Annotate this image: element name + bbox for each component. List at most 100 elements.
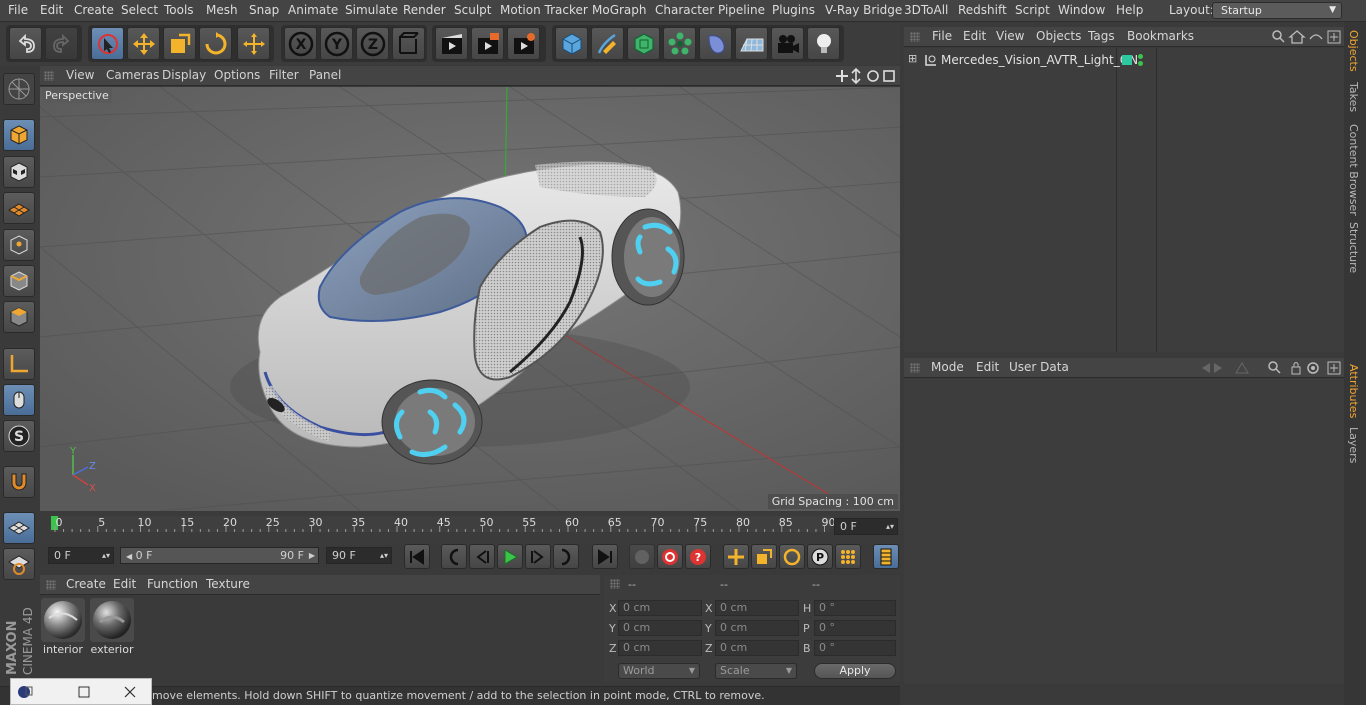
menu-tools[interactable]: Tools: [164, 3, 194, 17]
tweak-mode-button[interactable]: [3, 384, 35, 416]
key-position-button[interactable]: [723, 544, 749, 569]
timeline-ruler[interactable]: 0 5 10 15 20 25 30 35 40 45 50 55 60 65 70 75 80 85 90 0 F…: [40, 512, 900, 545]
planar-workplane-button[interactable]: [3, 548, 35, 580]
next-key-button[interactable]: [553, 544, 579, 569]
pen-button[interactable]: [591, 27, 624, 60]
axis-mode-button[interactable]: [3, 348, 35, 380]
object-menu-objects[interactable]: Objects: [1036, 29, 1081, 43]
x-axis-button[interactable]: X: [284, 27, 317, 60]
menu-select[interactable]: Select: [121, 3, 158, 17]
menu-help[interactable]: Help: [1116, 3, 1143, 17]
tab-takes[interactable]: Takes: [1347, 82, 1360, 112]
workplane-lock-button[interactable]: [3, 512, 35, 544]
menu-pipeline[interactable]: Pipeline: [718, 3, 765, 17]
previous-key-button[interactable]: [441, 544, 467, 569]
key-parameter-button[interactable]: P: [807, 544, 833, 569]
viewport-menu-panel[interactable]: Panel: [309, 68, 341, 82]
autokey-button[interactable]: ?: [685, 544, 711, 569]
material-menu-function[interactable]: Function: [147, 577, 198, 591]
y-axis-button[interactable]: Y: [320, 27, 353, 60]
viewport-menu-cameras[interactable]: Cameras: [106, 68, 159, 82]
tab-objects[interactable]: Objects: [1347, 30, 1360, 72]
object-menu-bookmarks[interactable]: Bookmarks: [1127, 29, 1194, 43]
menu-animate[interactable]: Animate: [288, 3, 338, 17]
render-settings-button[interactable]: [507, 27, 540, 60]
menu-create[interactable]: Create: [74, 3, 114, 17]
viewport-menu-display[interactable]: Display: [162, 68, 206, 82]
rotate-tool-button[interactable]: [199, 27, 232, 60]
solo-button[interactable]: S: [3, 420, 35, 452]
tab-structure[interactable]: Structure: [1347, 222, 1360, 273]
menu-render[interactable]: Render: [403, 3, 446, 17]
next-frame-button[interactable]: [525, 544, 551, 569]
viewport-menu-view[interactable]: View: [66, 68, 94, 82]
coord-pos-z-field[interactable]: 0 cm: [618, 640, 702, 656]
coord-pos-y-field[interactable]: 0 cm: [618, 620, 702, 636]
motion-record-button[interactable]: [629, 544, 655, 569]
live-selection-button[interactable]: [91, 27, 124, 60]
layout-select[interactable]: Startup ▼: [1212, 2, 1342, 19]
timeline-layout-button[interactable]: [873, 544, 899, 569]
object-menu-edit[interactable]: Edit: [963, 29, 986, 43]
coord-mode-select[interactable]: World ▼: [618, 663, 700, 679]
start-frame-field[interactable]: 0 F ▴▾: [48, 547, 114, 564]
object-menu-view[interactable]: View: [996, 29, 1024, 43]
menu-snap[interactable]: Snap: [249, 3, 279, 17]
menu-redshift[interactable]: Redshift: [958, 3, 1007, 17]
coord-pos-x-field[interactable]: 0 cm: [618, 600, 702, 616]
menu-plugins[interactable]: Plugins: [772, 3, 815, 17]
cube-button[interactable]: [555, 27, 588, 60]
cloner-button[interactable]: [663, 27, 696, 60]
coord-size-y-field[interactable]: 0 cm: [715, 620, 799, 636]
scale-tool-button[interactable]: [163, 27, 196, 60]
edge-mode-button[interactable]: [3, 265, 35, 297]
object-manager-tool-icons[interactable]: [1270, 29, 1342, 45]
render-picture-viewer-button[interactable]: [471, 27, 504, 60]
frame-range-slider[interactable]: ◀ 0 F 90 F ▶: [120, 547, 319, 564]
coord-rot-p-field[interactable]: 0 °: [814, 620, 896, 636]
end-frame-field[interactable]: 90 F ▴▾: [326, 547, 392, 564]
camera-button[interactable]: [771, 27, 804, 60]
menu-script[interactable]: Script: [1015, 3, 1050, 17]
attribute-menu-edit[interactable]: Edit: [976, 360, 999, 374]
perspective-viewport[interactable]: Y Z X Perspective Grid Spacing : 100 cm: [40, 87, 900, 511]
object-menu-tags[interactable]: Tags: [1088, 29, 1115, 43]
workplane-mode-button[interactable]: [3, 192, 35, 224]
play-button[interactable]: [497, 544, 523, 569]
object-menu-file[interactable]: File: [932, 29, 952, 43]
material-menu-create[interactable]: Create: [66, 577, 106, 591]
go-to-end-button[interactable]: [592, 544, 618, 569]
apply-button[interactable]: Apply: [814, 663, 896, 679]
menu-mesh[interactable]: Mesh: [206, 3, 238, 17]
coord-size-x-field[interactable]: 0 cm: [715, 600, 799, 616]
coord-size-z-field[interactable]: 0 cm: [715, 640, 799, 656]
undo-button[interactable]: [9, 27, 42, 60]
point-mode-button[interactable]: [3, 229, 35, 261]
floor-button[interactable]: [735, 27, 768, 60]
tab-content-browser[interactable]: Content Browser: [1347, 124, 1360, 216]
menu-sculpt[interactable]: Sculpt: [454, 3, 491, 17]
menu-window[interactable]: Window: [1058, 3, 1105, 17]
subdivision-button[interactable]: [627, 27, 660, 60]
current-frame-field[interactable]: 0 F ▴▾: [834, 518, 898, 535]
material-menu-edit[interactable]: Edit: [113, 577, 136, 591]
attribute-manager-tool-icons[interactable]: [1200, 360, 1342, 376]
coord-size-mode-select[interactable]: Scale ▼: [715, 663, 797, 679]
viewport-menu-options[interactable]: Options: [214, 68, 260, 82]
menu-motion-tracker[interactable]: Motion Tracker: [500, 3, 588, 17]
z-axis-button[interactable]: Z: [356, 27, 389, 60]
layer-color-swatch[interactable]: [1122, 55, 1132, 65]
material-interior[interactable]: interior: [41, 598, 85, 656]
viewport-nav-icons[interactable]: [834, 68, 898, 84]
polygon-mode-button[interactable]: [3, 301, 35, 333]
menu-mograph[interactable]: MoGraph: [592, 3, 647, 17]
attribute-menu-user-data[interactable]: User Data: [1009, 360, 1069, 374]
key-pla-button[interactable]: [835, 544, 861, 569]
menu-vray-bridge[interactable]: V-Ray Bridge: [825, 3, 902, 17]
snap-button[interactable]: [3, 466, 35, 498]
material-exterior[interactable]: exterior: [90, 598, 134, 656]
maximize-icon[interactable]: [77, 685, 91, 699]
menu-edit[interactable]: Edit: [40, 3, 63, 17]
coordinate-system-button[interactable]: [392, 27, 425, 60]
viewport-menu-filter[interactable]: Filter: [269, 68, 299, 82]
